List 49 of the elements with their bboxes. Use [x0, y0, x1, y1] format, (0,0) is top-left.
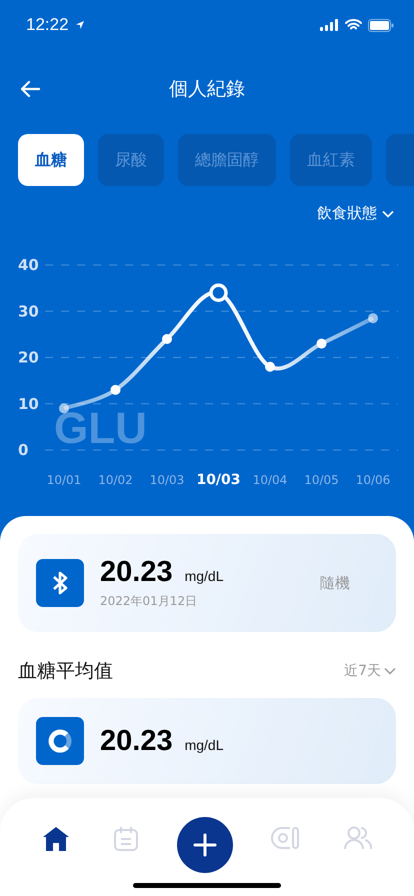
y-axis-label: 40 — [18, 256, 39, 274]
status-time: 12:22 — [26, 15, 69, 35]
section-title: 血糖平均值 — [18, 659, 113, 684]
x-axis-label: 10/02 — [98, 473, 133, 487]
y-axis-label: 20 — [18, 348, 39, 366]
x-axis-label: 10/03 — [196, 472, 241, 488]
data-point[interactable] — [59, 403, 69, 414]
glucose-value: 20.23 — [100, 556, 173, 589]
selected-data-point[interactable] — [209, 284, 228, 302]
data-point[interactable] — [265, 362, 275, 372]
unit-label: mg/dL — [184, 568, 224, 584]
average-value: 20.23 — [100, 724, 173, 758]
x-axis-label: 10/03 — [150, 473, 184, 487]
data-point[interactable] — [368, 313, 378, 324]
ring-icon — [36, 717, 84, 765]
data-point[interactable] — [162, 334, 172, 344]
chart-background-label: GLU — [54, 411, 147, 446]
x-axis-label: 10/01 — [46, 473, 82, 487]
plus-icon — [192, 833, 217, 857]
meal-state-label: 隨機 — [320, 574, 350, 592]
signal-icon — [320, 19, 339, 31]
home-icon — [42, 826, 70, 852]
back-arrow-icon — [20, 80, 40, 98]
x-axis-label: 10/06 — [356, 473, 390, 487]
wifi-icon — [345, 19, 362, 31]
calendar-icon — [113, 826, 140, 852]
y-axis-label: 10 — [18, 394, 39, 413]
unit-label: mg/dL — [184, 736, 224, 752]
chevron-down-icon — [382, 210, 394, 218]
range-dropdown[interactable]: 近7天 — [344, 662, 396, 680]
data-point[interactable] — [316, 338, 326, 349]
device-icon — [270, 826, 301, 850]
x-axis-label: 10/05 — [304, 473, 339, 487]
data-point[interactable] — [110, 384, 120, 395]
category-tab[interactable]: 血糖 — [18, 134, 84, 186]
filter-dropdown[interactable]: 飲食狀態 — [317, 204, 394, 223]
x-axis-label: 10/04 — [252, 473, 288, 487]
people-icon — [344, 826, 372, 850]
location-icon — [74, 20, 85, 30]
category-tab[interactable]: 尿酸 — [98, 134, 164, 186]
bluetooth-icon — [36, 559, 84, 607]
page-title: 個人紀錄 — [169, 77, 245, 102]
category-tab[interactable]: 總膽固醇 — [178, 134, 276, 186]
y-axis-label: 0 — [18, 441, 28, 459]
y-axis-label: 30 — [18, 302, 39, 320]
chevron-down-icon — [384, 667, 396, 675]
reading-date: 2022年01月12日 — [100, 593, 198, 610]
category-tab[interactable]: 血紅素 — [290, 134, 372, 186]
battery-icon — [368, 18, 394, 32]
